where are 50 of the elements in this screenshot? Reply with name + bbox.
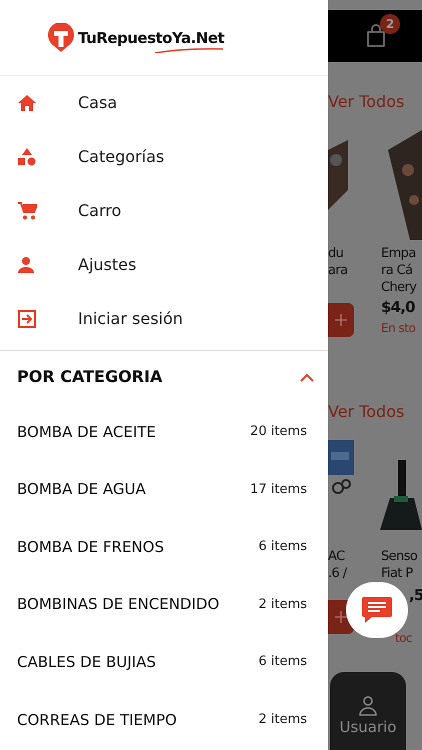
item-count: 6 items <box>258 653 307 672</box>
category-name: BOMBA DE FRENOS <box>17 536 164 558</box>
category-row[interactable]: BOMBA DE AGUA 17 items <box>0 460 328 518</box>
item-count: 20 items <box>250 423 307 442</box>
item-count: 2 items <box>258 711 307 730</box>
product-price: $4,0 <box>381 297 416 318</box>
product-title: Senso <box>381 548 418 565</box>
category-name: CORREAS DE TIEMPO <box>17 710 177 731</box>
person-icon <box>18 257 34 273</box>
logo-icon <box>46 22 76 52</box>
shapes-icon <box>18 148 36 166</box>
product-title: .6 / <box>328 565 347 582</box>
chevron-up-icon[interactable] <box>300 372 314 382</box>
product-title: ra Cá <box>381 262 414 279</box>
category-name: CABLES DE BUJIAS <box>17 652 156 673</box>
menu-item[interactable]: Categorías <box>78 145 164 169</box>
product-title: Empa <box>381 245 416 262</box>
user-icon <box>359 696 377 716</box>
login-icon <box>18 310 36 328</box>
product-title: AC <box>328 548 346 565</box>
category-row[interactable]: CABLES DE BUJIAS 6 items <box>0 633 328 691</box>
home-icon <box>18 95 36 111</box>
category-row[interactable]: CORREAS DE TIEMPO 2 items <box>0 690 328 749</box>
swoosh-icon <box>154 46 224 52</box>
item-count: 17 items <box>250 480 307 499</box>
product-title: Chery <box>381 279 416 296</box>
menu-item[interactable]: Iniciar sesión <box>78 307 183 331</box>
category-name: BOMBA DE AGUA <box>17 479 146 500</box>
stock-label: toc <box>395 630 414 646</box>
category-name: BOMBINAS DE ENCENDIDO <box>17 594 220 616</box>
chat-icon <box>361 595 393 625</box>
category-row[interactable]: BOMBA DE ACEITE 20 items <box>0 403 328 461</box>
section-header: POR CATEGORIA <box>17 366 162 388</box>
category-row[interactable]: BOMBA DE FRENOS 6 items <box>0 518 328 576</box>
menu-item[interactable]: Casa <box>78 91 118 115</box>
item-count: 2 items <box>258 596 307 614</box>
menu-item[interactable]: Ajustes <box>78 253 136 277</box>
plus-icon <box>334 313 348 327</box>
menu-item[interactable]: Carro <box>78 199 122 223</box>
product-title: ara <box>328 262 348 279</box>
logo-text: TuRepuestoYa.Net <box>78 28 224 46</box>
product-title: du <box>328 245 344 262</box>
category-row[interactable]: BOMBINAS DE ENCENDIDO 2 items <box>0 576 328 634</box>
shopping-bag-icon[interactable] <box>365 24 387 48</box>
product-title: Fiat P <box>381 565 414 582</box>
plus-icon <box>334 610 348 624</box>
item-count: 6 items <box>258 538 307 556</box>
stock-label: En sto <box>381 320 416 336</box>
cart-icon <box>18 202 37 220</box>
category-name: BOMBA DE ACEITE <box>17 422 156 443</box>
